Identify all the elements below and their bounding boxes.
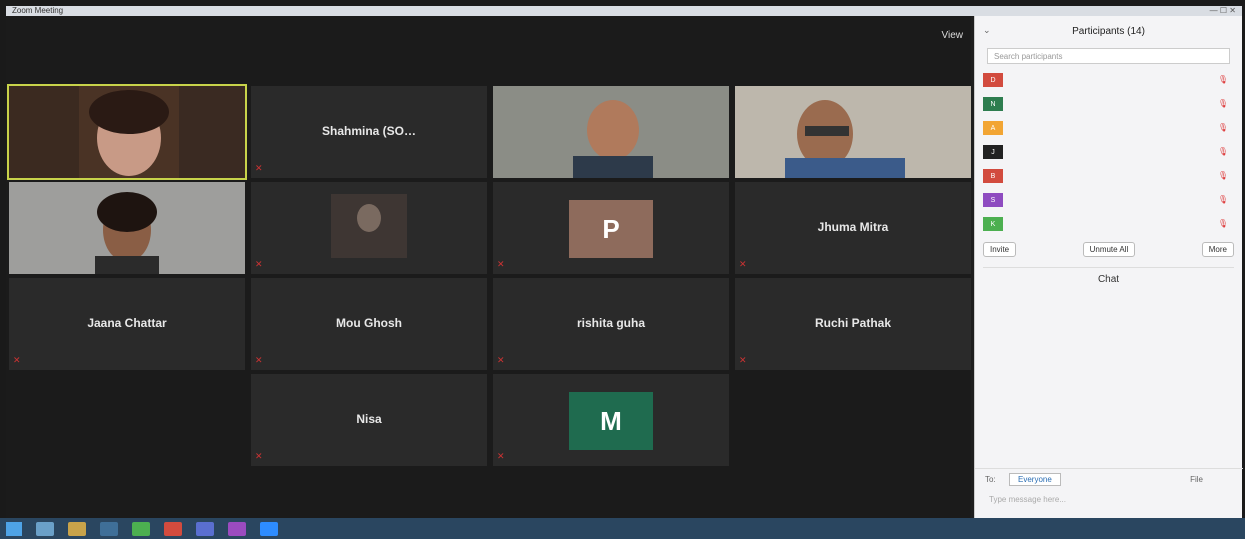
mic-muted-icon: ✕ [255, 163, 263, 173]
more-button[interactable]: More [1201, 242, 1234, 257]
zoom-window: Zoom Meeting — ☐ ✕ View Shahmina (SO… ✕ [6, 6, 1243, 518]
mic-muted-icon: ✕ [739, 355, 747, 365]
unmute-all-button[interactable]: Unmute All [1082, 242, 1136, 257]
participant-list: D 🎙 N 🎙 A 🎙 J 🎙 B 🎙 S 🎙 K 🎙 [983, 68, 1234, 236]
view-button[interactable]: View [942, 30, 964, 41]
video-tile[interactable] [735, 86, 971, 178]
avatar: P [569, 200, 653, 258]
video-tile[interactable]: Shahmina (SO… ✕ [251, 86, 487, 178]
taskbar-app-icon[interactable] [68, 521, 86, 536]
video-feed-image [9, 86, 245, 178]
chat-input[interactable]: Type message here... [989, 495, 1066, 504]
search-input[interactable]: Search participants [987, 48, 1230, 64]
mic-muted-icon: 🎙 [1217, 195, 1228, 204]
participant-name: Ruchi Pathak [814, 316, 892, 330]
participant-row[interactable]: N 🎙 [983, 92, 1234, 116]
window-controls[interactable]: — ☐ ✕ [1210, 6, 1236, 15]
divider [983, 267, 1234, 268]
mic-muted-icon: 🎙 [1217, 219, 1228, 228]
to-label: To: [985, 475, 996, 484]
video-tile[interactable]: Nisa ✕ [251, 374, 487, 466]
avatar: M [569, 392, 653, 450]
window-title: Zoom Meeting [12, 6, 64, 15]
taskbar-app-icon[interactable] [196, 521, 214, 536]
video-tile[interactable]: M ✕ [493, 374, 729, 466]
participant-row[interactable]: B 🎙 [983, 164, 1234, 188]
participant-name: Nisa [356, 412, 382, 426]
panel-title: Participants (14) [1072, 25, 1145, 37]
participant-name: rishita guha [576, 316, 645, 330]
avatar: S [983, 193, 1003, 207]
video-tile[interactable]: rishita guha ✕ [493, 278, 729, 370]
taskbar [0, 518, 1245, 539]
mic-muted-icon: ✕ [255, 259, 263, 269]
avatar: N [983, 97, 1003, 111]
taskbar-app-icon[interactable] [164, 521, 182, 536]
participant-row[interactable]: K 🎙 [983, 212, 1234, 236]
taskbar-app-icon[interactable] [132, 521, 150, 536]
mic-muted-icon: 🎙 [1217, 75, 1228, 84]
chat-footer: To: Everyone File Type message here... [975, 468, 1243, 518]
video-feed-image [493, 86, 729, 178]
participants-panel: ⌄ Participants (14) Search participants … [974, 16, 1243, 518]
video-tile[interactable]: Jaana Chattar ✕ [9, 278, 245, 370]
participant-row[interactable]: D 🎙 [983, 68, 1234, 92]
mic-muted-icon: 🎙 [1217, 147, 1228, 156]
participant-name: Shahmina (SO… [321, 124, 416, 138]
chevron-down-icon[interactable]: ⌄ [983, 25, 991, 36]
avatar: B [983, 169, 1003, 183]
start-icon[interactable] [6, 521, 22, 536]
participant-row[interactable]: S 🎙 [983, 188, 1234, 212]
video-feed-image [251, 182, 487, 274]
mic-muted-icon: ✕ [255, 355, 263, 365]
avatar: A [983, 121, 1003, 135]
video-tile[interactable]: ✕ [251, 182, 487, 274]
mic-muted-icon: 🎙 [1217, 99, 1228, 108]
video-tile[interactable] [7, 84, 247, 180]
participant-name: Jaana Chattar [87, 316, 167, 330]
video-gallery: View Shahmina (SO… ✕ ✕ P ✕ Jhuma Mitra ✕… [6, 16, 971, 518]
panel-header: ⌄ Participants (14) [975, 16, 1242, 46]
avatar: D [983, 73, 1003, 87]
mic-muted-icon: ✕ [739, 259, 747, 269]
file-button[interactable]: File [1190, 475, 1203, 484]
video-tile[interactable]: Ruchi Pathak ✕ [735, 278, 971, 370]
participant-name: Jhuma Mitra [817, 220, 889, 234]
chat-title: Chat [1097, 274, 1120, 285]
title-bar: Zoom Meeting — ☐ ✕ [6, 6, 1242, 16]
mic-muted-icon: 🎙 [1217, 171, 1228, 180]
video-feed-image [735, 86, 971, 178]
taskbar-app-icon[interactable] [36, 521, 54, 536]
participant-row[interactable]: A 🎙 [983, 116, 1234, 140]
video-tile[interactable]: P ✕ [493, 182, 729, 274]
mic-muted-icon: ✕ [13, 355, 21, 365]
taskbar-app-icon[interactable] [228, 521, 246, 536]
invite-button[interactable]: Invite [983, 242, 1017, 257]
avatar: K [983, 217, 1003, 231]
mic-muted-icon: ✕ [497, 355, 505, 365]
video-tile[interactable]: Mou Ghosh ✕ [251, 278, 487, 370]
recipient-select[interactable]: Everyone [1009, 473, 1061, 486]
video-feed-image [9, 182, 245, 274]
participant-row[interactable]: J 🎙 [983, 140, 1234, 164]
mic-muted-icon: ✕ [497, 451, 505, 461]
participant-name: Mou Ghosh [336, 316, 402, 330]
avatar: J [983, 145, 1003, 159]
mic-muted-icon: ✕ [497, 259, 505, 269]
zoom-taskbar-icon[interactable] [260, 521, 278, 536]
video-tile[interactable] [493, 86, 729, 178]
participant-actions: Invite Unmute All More [983, 242, 1234, 257]
mic-icon: 🎙 [1217, 123, 1228, 132]
video-tile[interactable] [9, 182, 245, 274]
video-tile[interactable]: Jhuma Mitra ✕ [735, 182, 971, 274]
taskbar-app-icon[interactable] [100, 521, 118, 536]
mic-muted-icon: ✕ [255, 451, 263, 461]
